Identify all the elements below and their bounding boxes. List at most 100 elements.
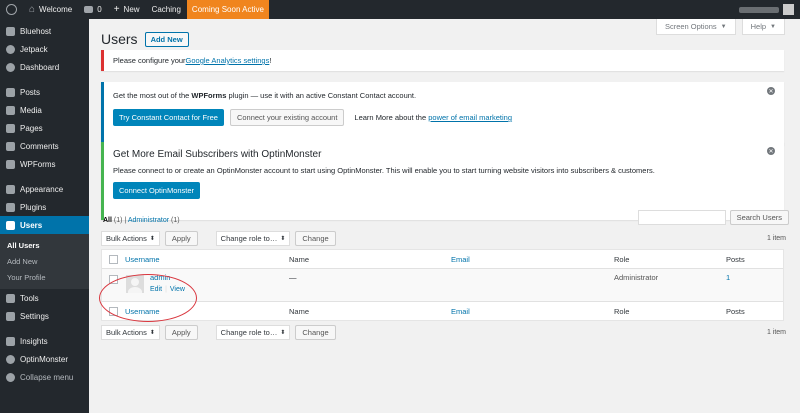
sidebar-item-pages[interactable]: Pages bbox=[0, 119, 89, 137]
filter-administrator[interactable]: Administrator bbox=[128, 217, 169, 224]
sidebar-item-wpforms[interactable]: WPForms bbox=[0, 155, 89, 173]
add-new-user-button[interactable]: Add New bbox=[144, 31, 189, 47]
main-content: Screen Options ▼ Help ▼ Users Add New Pl… bbox=[89, 19, 800, 413]
sidebar-item-label: Comments bbox=[20, 141, 59, 151]
bulk-actions-select-bottom[interactable]: Bulk Actions ⬍ bbox=[101, 325, 160, 340]
collapse-icon bbox=[6, 372, 15, 382]
optinmonster-notice-title: Get More Email Subscribers with OptinMon… bbox=[113, 149, 322, 160]
coming-soon-badge[interactable]: Coming Soon Active bbox=[186, 0, 269, 19]
site-name-menu[interactable]: ⌂ Welcome bbox=[23, 0, 78, 19]
wpforms-text-before: Get the most out of the bbox=[113, 91, 192, 100]
new-content-menu[interactable]: + New bbox=[108, 0, 146, 19]
column-email[interactable]: Email bbox=[451, 255, 470, 264]
sidebar-item-label: Plugins bbox=[20, 202, 47, 212]
submenu-add-new[interactable]: Add New bbox=[0, 253, 89, 269]
analytics-settings-link[interactable]: Google Analytics settings bbox=[186, 56, 270, 65]
change-role-label: Change role to… bbox=[220, 234, 278, 243]
search-users-input[interactable] bbox=[637, 210, 726, 225]
column-role-footer: Role bbox=[614, 306, 630, 316]
sidebar-item-users[interactable]: Users bbox=[0, 216, 89, 234]
sidebar-item-plugins[interactable]: Plugins bbox=[0, 198, 89, 216]
sidebar-item-dashboard[interactable]: Dashboard bbox=[0, 58, 89, 76]
bluehost-icon bbox=[6, 26, 15, 36]
account-menu[interactable] bbox=[739, 4, 800, 15]
connect-existing-account-button[interactable]: Connect your existing account bbox=[229, 109, 345, 126]
analytics-notice-text: Please configure your bbox=[113, 56, 186, 65]
column-email-footer[interactable]: Email bbox=[451, 307, 470, 316]
change-role-label: Change role to… bbox=[220, 328, 278, 337]
cell-posts-link[interactable]: 1 bbox=[726, 273, 730, 282]
users-table: Username Name Email Role Posts admin Edi… bbox=[101, 249, 784, 321]
wpforms-text-after: plugin — use it with an active Constant … bbox=[226, 91, 417, 100]
connect-optinmonster-button[interactable]: Connect OptinMonster bbox=[113, 182, 201, 199]
sidebar-item-label: Collapse menu bbox=[20, 372, 74, 382]
sidebar-item-comments[interactable]: Comments bbox=[0, 137, 89, 155]
filter-all[interactable]: All bbox=[103, 217, 112, 224]
sidebar-item-insights[interactable]: Insights bbox=[0, 332, 89, 350]
optinmonster-notice: ✕ Get More Email Subscribers with OptinM… bbox=[101, 142, 784, 220]
user-search: Search Users bbox=[637, 210, 789, 225]
caret-down-icon: ▼ bbox=[720, 23, 727, 30]
sidebar-item-optinmonster[interactable]: OptinMonster bbox=[0, 350, 89, 368]
tablenav-bottom: Bulk Actions ⬍ Apply Change role to… ⬍ Cha… bbox=[101, 325, 336, 340]
sidebar-item-media[interactable]: Media bbox=[0, 101, 89, 119]
column-username[interactable]: Username bbox=[125, 255, 160, 264]
try-constant-contact-button[interactable]: Try Constant Contact for Free bbox=[113, 109, 224, 126]
sidebar-item-label: Posts bbox=[20, 87, 41, 97]
cell-name: — bbox=[289, 273, 297, 282]
dismiss-icon[interactable]: ✕ bbox=[767, 87, 775, 95]
comments-menu[interactable]: 0 bbox=[78, 0, 107, 19]
tools-icon bbox=[6, 293, 15, 303]
analytics-notice: Please configure your Google Analytics s… bbox=[101, 50, 784, 71]
jetpack-icon bbox=[6, 44, 15, 54]
optinmonster-icon bbox=[6, 354, 15, 364]
submenu-all-users[interactable]: All Users bbox=[0, 237, 89, 253]
change-button-bottom[interactable]: Change bbox=[295, 325, 336, 340]
sidebar-item-label: Pages bbox=[20, 123, 43, 133]
filter-administrator-count: (1) bbox=[171, 217, 180, 224]
users-submenu: All Users Add New Your Profile bbox=[0, 234, 89, 289]
bulk-actions-select[interactable]: Bulk Actions ⬍ bbox=[101, 231, 160, 246]
email-marketing-link[interactable]: power of email marketing bbox=[428, 113, 512, 122]
sidebar-item-appearance[interactable]: Appearance bbox=[0, 180, 89, 198]
sidebar-item-label: WPForms bbox=[20, 159, 56, 169]
plugins-icon bbox=[6, 202, 15, 212]
sidebar-item-posts[interactable]: Posts bbox=[0, 83, 89, 101]
sidebar-collapse-menu[interactable]: Collapse menu bbox=[0, 368, 89, 386]
home-icon: ⌂ bbox=[29, 4, 36, 15]
wpforms-icon bbox=[6, 159, 15, 169]
help-tab[interactable]: Help ▼ bbox=[741, 19, 785, 35]
submenu-your-profile[interactable]: Your Profile bbox=[0, 269, 89, 285]
change-role-select-bottom[interactable]: Change role to… ⬍ bbox=[215, 325, 291, 340]
select-arrows-icon: ⬍ bbox=[280, 236, 286, 242]
search-users-button[interactable]: Search Users bbox=[729, 210, 789, 225]
comments-count: 0 bbox=[97, 5, 102, 14]
help-label: Help bbox=[750, 22, 767, 31]
dismiss-icon[interactable]: ✕ bbox=[767, 147, 775, 155]
pin-icon bbox=[6, 87, 15, 97]
select-all-checkbox[interactable] bbox=[109, 254, 118, 264]
sidebar-item-bluehost[interactable]: Bluehost bbox=[0, 22, 89, 40]
sidebar-item-tools[interactable]: Tools bbox=[0, 289, 89, 307]
sidebar-item-label: Users bbox=[20, 220, 43, 230]
tablenav-top: Bulk Actions ⬍ Apply Change role to… ⬍ Cha… bbox=[101, 231, 336, 246]
settings-icon bbox=[6, 311, 15, 321]
sidebar-item-label: Settings bbox=[20, 311, 49, 321]
filter-separator: | bbox=[124, 217, 127, 224]
sidebar-item-label: Dashboard bbox=[20, 62, 60, 72]
screen-options-label: Screen Options bbox=[664, 22, 717, 31]
apply-button-bottom[interactable]: Apply bbox=[164, 325, 198, 340]
user-avatar-icon bbox=[783, 4, 794, 15]
table-footer-row: Username Name Email Role Posts bbox=[102, 301, 783, 320]
caching-menu[interactable]: Caching bbox=[146, 0, 187, 19]
wp-logo-menu[interactable] bbox=[0, 0, 23, 19]
sidebar-item-label: Media bbox=[20, 105, 42, 115]
sidebar-item-jetpack[interactable]: Jetpack bbox=[0, 40, 89, 58]
change-button[interactable]: Change bbox=[295, 231, 336, 246]
apply-button[interactable]: Apply bbox=[164, 231, 198, 246]
change-role-select[interactable]: Change role to… ⬍ bbox=[215, 231, 291, 246]
comment-bubble-icon bbox=[84, 6, 94, 13]
sidebar-item-settings[interactable]: Settings bbox=[0, 307, 89, 325]
screen-options-tab[interactable]: Screen Options ▼ bbox=[655, 19, 736, 35]
column-name: Name bbox=[289, 254, 310, 264]
